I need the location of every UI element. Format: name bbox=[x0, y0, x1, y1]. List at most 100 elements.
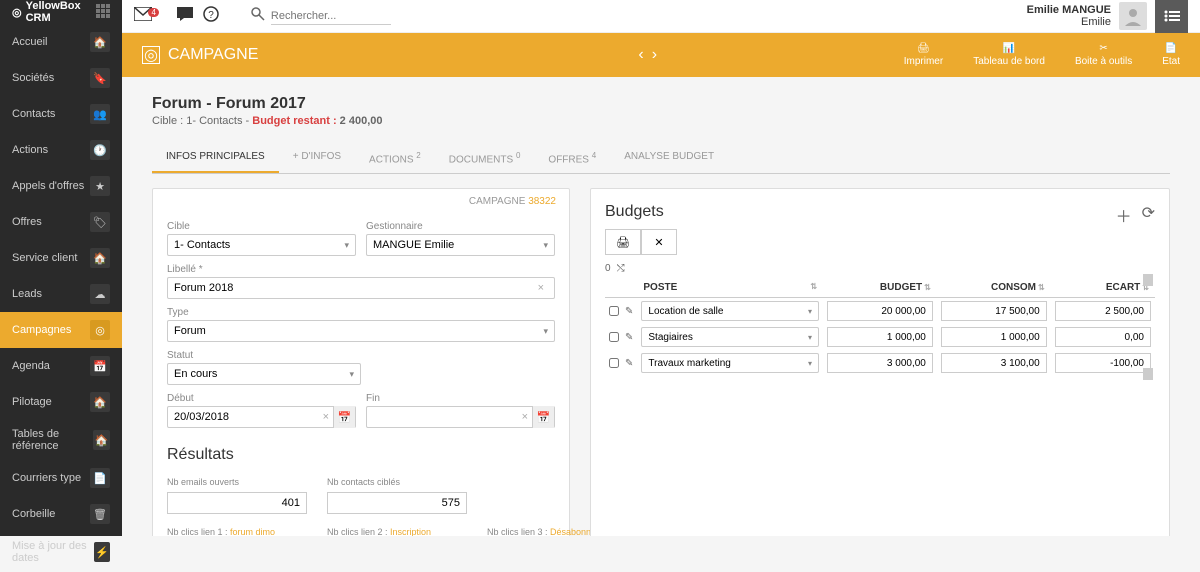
sidebar-item-leads[interactable]: Leads☁ bbox=[0, 276, 122, 312]
cible-select[interactable]: 1- Contacts bbox=[167, 234, 356, 256]
sidebar-item-accueil[interactable]: Accueil🏠 bbox=[0, 24, 122, 60]
tabs: INFOS PRINCIPALES + D'INFOS ACTIONS 2 DO… bbox=[152, 143, 1170, 174]
calendar-icon: 📅 bbox=[90, 356, 110, 376]
sort-icon[interactable]: ⇅ bbox=[810, 282, 817, 291]
print-button[interactable]: 🖨 bbox=[605, 229, 641, 255]
tab-offres[interactable]: OFFRES 4 bbox=[534, 143, 610, 173]
sidebar-item-actions[interactable]: Actions🕐 bbox=[0, 132, 122, 168]
avatar[interactable] bbox=[1119, 2, 1147, 30]
refresh-button[interactable]: ⟳ bbox=[1142, 203, 1155, 227]
user-shortname: Emilie bbox=[1027, 16, 1111, 28]
print-button[interactable]: 🖨Imprimer bbox=[904, 43, 943, 67]
edit-icon[interactable] bbox=[625, 332, 633, 343]
r1-value[interactable]: 401 bbox=[167, 492, 307, 514]
r2-value[interactable]: 575 bbox=[327, 492, 467, 514]
calendar-icon[interactable]: 📅 bbox=[333, 406, 355, 428]
row-checkbox[interactable] bbox=[609, 306, 619, 316]
poste-select[interactable]: Stagiaires bbox=[641, 327, 819, 347]
file-icon: 📄 bbox=[1165, 43, 1177, 54]
prev-button[interactable]: ‹ bbox=[638, 46, 643, 64]
r3-link[interactable]: forum dimo bbox=[230, 527, 275, 536]
chat-icon[interactable] bbox=[177, 7, 193, 26]
gest-select[interactable]: MANGUE Emilie bbox=[366, 234, 555, 256]
dashboard-button[interactable]: 📊Tableau de bord bbox=[973, 43, 1045, 67]
sort-icon[interactable]: ⇅ bbox=[1038, 283, 1045, 292]
bookmark-icon: 🔖 bbox=[90, 68, 110, 88]
budget-value[interactable]: 20 000,00 bbox=[827, 301, 933, 321]
sidebar-item-agenda[interactable]: Agenda📅 bbox=[0, 348, 122, 384]
sidebar-item-corbeille[interactable]: Corbeille🗑 bbox=[0, 496, 122, 532]
ecart-value[interactable]: 0,00 bbox=[1055, 327, 1151, 347]
sidebar-item-contacts[interactable]: Contacts👥 bbox=[0, 96, 122, 132]
budgets-title: Budgets bbox=[605, 203, 1155, 221]
tab-plus-infos[interactable]: + D'INFOS bbox=[279, 143, 355, 173]
libelle-input[interactable]: Forum 2018× bbox=[167, 277, 555, 299]
notif-badge: 4 bbox=[148, 8, 158, 17]
clear-icon[interactable]: × bbox=[538, 282, 544, 294]
user-fullname: Emilie MANGUE bbox=[1027, 4, 1111, 16]
clear-icon[interactable]: × bbox=[522, 411, 528, 423]
tab-actions[interactable]: ACTIONS 2 bbox=[355, 143, 435, 173]
tab-documents[interactable]: DOCUMENTS 0 bbox=[435, 143, 535, 173]
gest-label: Gestionnaire bbox=[366, 221, 555, 232]
results-title: Résultats bbox=[167, 446, 555, 464]
sidebar-item-courriers[interactable]: Courriers type📄 bbox=[0, 460, 122, 496]
consom-value[interactable]: 17 500,00 bbox=[941, 301, 1047, 321]
settings-button[interactable]: ✕ bbox=[641, 229, 677, 255]
search-input[interactable] bbox=[271, 8, 391, 25]
edit-icon[interactable] bbox=[625, 306, 633, 317]
tab-infos[interactable]: INFOS PRINCIPALES bbox=[152, 143, 279, 173]
menu-button[interactable] bbox=[1155, 0, 1188, 33]
tools-button[interactable]: ✂Boite à outils bbox=[1075, 43, 1132, 67]
cible-label: Cible bbox=[167, 221, 356, 232]
sidebar-item-offres[interactable]: Offres🏷 bbox=[0, 204, 122, 240]
consom-value[interactable]: 1 000,00 bbox=[941, 327, 1047, 347]
row-checkbox[interactable] bbox=[609, 358, 619, 368]
shuffle-icon[interactable]: ⤭ bbox=[617, 263, 625, 274]
budget-value[interactable]: 3 000,00 bbox=[827, 353, 933, 373]
consom-value[interactable]: 3 100,00 bbox=[941, 353, 1047, 373]
tab-analyse[interactable]: ANALYSE BUDGET bbox=[610, 143, 728, 173]
add-button[interactable]: ＋ bbox=[1116, 203, 1132, 227]
app-name: YellowBox CRM bbox=[26, 0, 90, 24]
sidebar-item-campagnes[interactable]: Campagnes◎ bbox=[0, 312, 122, 348]
sidebar-item-service[interactable]: Service client🏠 bbox=[0, 240, 122, 276]
app-logo[interactable]: ◎ YellowBox CRM bbox=[12, 0, 90, 24]
ecart-value[interactable]: -100,00 bbox=[1055, 353, 1151, 373]
state-button[interactable]: 📄Etat bbox=[1162, 43, 1180, 67]
help-icon[interactable]: ? bbox=[203, 6, 219, 27]
next-button[interactable]: › bbox=[652, 46, 657, 64]
chevron-down-icon bbox=[543, 325, 548, 337]
clear-icon[interactable]: × bbox=[323, 411, 329, 423]
budget-value[interactable]: 1 000,00 bbox=[827, 327, 933, 347]
home-icon: 🏠 bbox=[93, 430, 110, 450]
edit-icon[interactable] bbox=[625, 358, 633, 369]
calendar-icon[interactable]: 📅 bbox=[532, 406, 554, 428]
row-checkbox[interactable] bbox=[609, 332, 619, 342]
sidebar-item-tables[interactable]: Tables de référence🏠 bbox=[0, 420, 122, 460]
search-icon[interactable] bbox=[251, 7, 265, 26]
grid-icon[interactable] bbox=[96, 4, 110, 21]
r2-label: Nb contacts ciblés bbox=[327, 477, 400, 487]
sidebar-item-societes[interactable]: Sociétés🔖 bbox=[0, 60, 122, 96]
budgets-count: 0 bbox=[605, 263, 611, 274]
trash-icon: 🗑 bbox=[90, 504, 110, 524]
sidebar-item-appels[interactable]: Appels d'offres★ bbox=[0, 168, 122, 204]
mail-icon[interactable]: 4 bbox=[134, 7, 167, 26]
star-icon: ★ bbox=[90, 176, 110, 196]
sidebar-item-pilotage[interactable]: Pilotage🏠 bbox=[0, 384, 122, 420]
sidebar-item-dates[interactable]: Mise à jour des dates⚡ bbox=[0, 532, 122, 572]
r4-link[interactable]: Inscription bbox=[390, 527, 431, 536]
poste-select[interactable]: Travaux marketing bbox=[641, 353, 819, 373]
type-select[interactable]: Forum bbox=[167, 320, 555, 342]
fin-input[interactable]: ×📅 bbox=[366, 406, 555, 428]
sort-icon[interactable]: ⇅ bbox=[924, 283, 931, 292]
home-icon: 🏠 bbox=[90, 392, 110, 412]
scrollbar[interactable] bbox=[1143, 368, 1153, 380]
statut-select[interactable]: En cours bbox=[167, 363, 361, 385]
scrollbar[interactable] bbox=[1143, 274, 1153, 286]
debut-input[interactable]: 20/03/2018×📅 bbox=[167, 406, 356, 428]
poste-select[interactable]: Location de salle bbox=[641, 301, 819, 321]
ecart-value[interactable]: 2 500,00 bbox=[1055, 301, 1151, 321]
dashboard-icon: 📊 bbox=[1003, 43, 1015, 54]
